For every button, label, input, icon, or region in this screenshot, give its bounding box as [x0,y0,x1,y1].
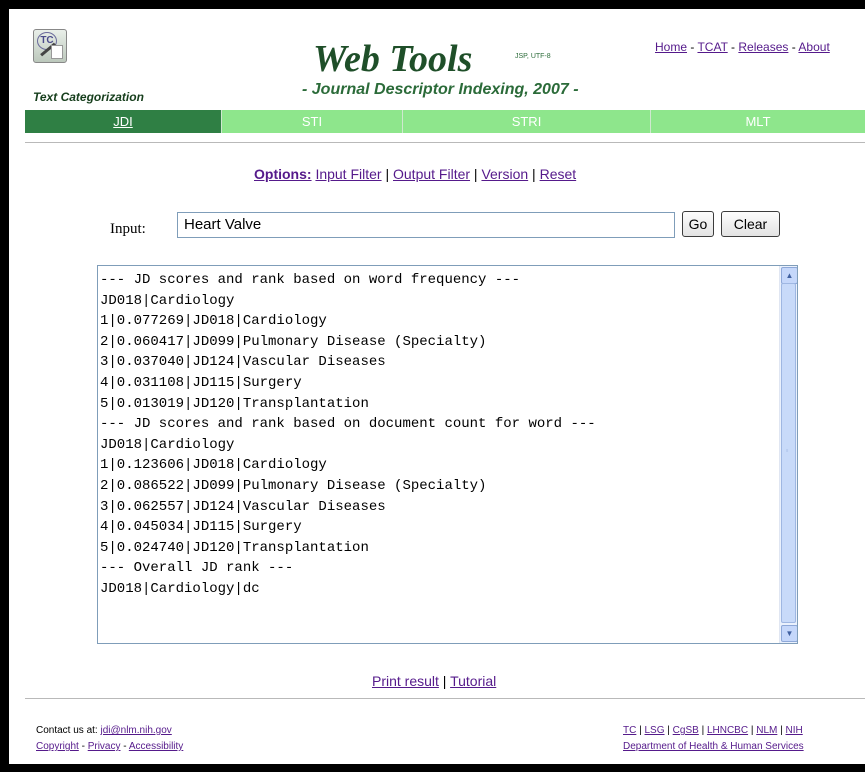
contact-email-link[interactable]: jdi@nlm.nih.gov [100,725,171,736]
about-link[interactable]: About [798,40,829,54]
footer-divider [25,698,865,699]
result-line: JD018|Cardiology [100,436,235,453]
tab-bar: JDI STI STRI MLT [25,110,865,133]
tab-jdi[interactable]: JDI [25,110,222,133]
input-label: Input: [110,221,146,237]
result-line: --- Overall JD rank --- [100,560,294,577]
scroll-up-icon[interactable]: ▲ [781,267,797,284]
result-line: 3|0.062557|JD124|Vascular Diseases [100,498,386,515]
result-line: JD018|Cardiology [100,292,235,309]
go-button[interactable]: Go [682,211,714,237]
results-text: --- JD scores and rank based on word fre… [100,270,596,600]
results-textarea[interactable]: --- JD scores and rank based on word fre… [97,265,798,644]
bottom-links: Print result | Tutorial [372,673,497,689]
print-result-link[interactable]: Print result [372,673,439,689]
top-nav: Home - TCAT - Releases - About [655,40,830,54]
version-link[interactable]: Version [481,166,528,182]
home-link[interactable]: Home [655,40,687,54]
lhncbc-link[interactable]: LHNCBC [707,725,748,736]
tc-logo-icon[interactable]: TC [33,29,67,63]
accessibility-link[interactable]: Accessibility [129,741,183,752]
tcat-link[interactable]: TCAT [697,40,727,54]
result-line: 2|0.060417|JD099|Pulmonary Disease (Spec… [100,333,487,350]
options-bar: Options: Input Filter | Output Filter | … [254,166,577,182]
scroll-thumb[interactable]: ≡ [781,283,796,623]
clear-button[interactable]: Clear [721,211,780,237]
result-line: 4|0.045034|JD115|Surgery [100,519,302,536]
tab-mlt[interactable]: MLT [651,110,865,133]
result-line: 5|0.024740|JD120|Transplantation [100,539,369,556]
reset-link[interactable]: Reset [540,166,577,182]
copyright-link[interactable]: Copyright [36,741,79,752]
result-line: --- JD scores and rank based on document… [100,416,596,433]
input-filter-link[interactable]: Input Filter [315,166,381,182]
contact-prefix: Contact us at: [36,725,98,736]
app-name: Text Categorization [33,90,144,104]
tc-link[interactable]: TC [623,725,636,736]
result-line: 4|0.031108|JD115|Surgery [100,374,302,391]
page-title: Web Tools [313,38,473,80]
hhs-link[interactable]: Department of Health & Human Services [623,741,804,752]
result-line: 1|0.123606|JD018|Cardiology [100,457,327,474]
output-filter-link[interactable]: Output Filter [393,166,470,182]
input-field[interactable]: Heart Valve [177,212,675,238]
nih-link[interactable]: NIH [786,725,803,736]
browser-page: TC Text Categorization Web Tools JSP, UT… [9,9,865,764]
result-line: 1|0.077269|JD018|Cardiology [100,313,327,330]
cgsb-link[interactable]: CgSB [673,725,699,736]
divider [25,142,865,143]
result-line: 5|0.013019|JD120|Transplantation [100,395,369,412]
page-subtitle: - Journal Descriptor Indexing, 2007 - [302,81,579,98]
nlm-link[interactable]: NLM [756,725,777,736]
result-line: JD018|Cardiology|dc [100,580,260,597]
footer-left: Contact us at: jdi@nlm.nih.gov Copyright… [36,725,184,752]
releases-link[interactable]: Releases [738,40,788,54]
lsg-link[interactable]: LSG [645,725,665,736]
result-line: 2|0.086522|JD099|Pulmonary Disease (Spec… [100,477,487,494]
scrollbar[interactable]: ▲ ≡ ▼ [779,266,797,643]
result-line: 3|0.037040|JD124|Vascular Diseases [100,354,386,371]
tutorial-link[interactable]: Tutorial [450,673,496,689]
result-line: --- JD scores and rank based on word fre… [100,272,521,288]
scroll-down-icon[interactable]: ▼ [781,625,797,642]
options-link[interactable]: Options: [254,166,312,182]
privacy-link[interactable]: Privacy [88,741,121,752]
title-info: JSP, UTF-8 [515,53,551,60]
tab-stri[interactable]: STRI [403,110,651,133]
footer-right: TC | LSG | CgSB | LHNCBC | NLM | NIH Dep… [623,725,804,752]
tab-sti[interactable]: STI [222,110,403,133]
